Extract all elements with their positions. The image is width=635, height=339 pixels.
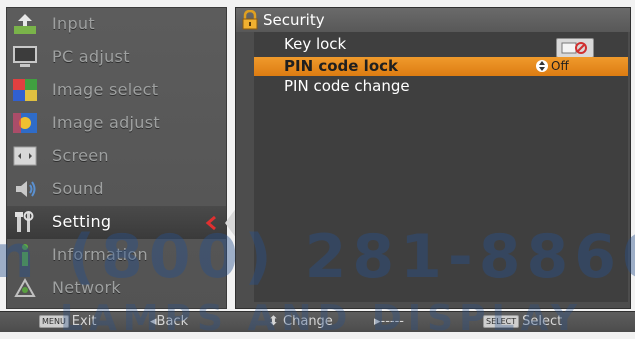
menu-label-pc-adjust: PC adjust bbox=[52, 47, 130, 66]
next-hint: ▸----- bbox=[374, 314, 404, 329]
back-hint: ◂Back bbox=[150, 314, 188, 329]
menu-label-screen: Screen bbox=[52, 146, 109, 165]
security-options: Key lock PIN code lock Off PIN code chan… bbox=[254, 32, 628, 302]
image-adjust-icon bbox=[13, 113, 37, 133]
row-pin-code-lock[interactable]: PIN code lock Off bbox=[254, 57, 628, 76]
row-pin-code-change[interactable]: PIN code change bbox=[254, 77, 628, 96]
information-icon bbox=[22, 244, 28, 266]
image-select-icon bbox=[13, 79, 37, 101]
up-down-arrow-icon bbox=[536, 60, 548, 72]
up-down-icon: ⬍ bbox=[268, 314, 284, 329]
hint-bar: MENU Exit ◂Back ⬍ Change ▸----- SELECT Sel… bbox=[0, 311, 635, 332]
menu-item-pc-adjust[interactable]: PC adjust bbox=[7, 41, 226, 74]
exit-label: Exit bbox=[71, 314, 97, 329]
change-hint: ⬍ Change bbox=[268, 314, 333, 329]
panel-title: Security bbox=[263, 11, 325, 29]
setting-icon bbox=[15, 211, 34, 232]
pc-adjust-icon bbox=[13, 46, 37, 67]
main-menu: Input PC adjust Image select Image adjus… bbox=[6, 7, 227, 309]
change-label: Change bbox=[283, 314, 333, 329]
menu-item-screen[interactable]: Screen bbox=[7, 140, 226, 173]
select-hint: SELECT Select bbox=[483, 314, 562, 329]
input-icon bbox=[14, 14, 36, 34]
menu-item-information[interactable]: Information bbox=[7, 239, 226, 272]
select-label: Select bbox=[522, 314, 563, 329]
pin-code-lock-value: Off bbox=[551, 59, 569, 73]
security-panel: Security Key lock PIN code lock Off PIN … bbox=[235, 7, 631, 309]
chevron-left-icon bbox=[205, 215, 216, 231]
menu-label-network: Network bbox=[52, 278, 121, 297]
sound-icon bbox=[16, 181, 36, 197]
next-label: ----- bbox=[380, 314, 404, 329]
key-lock-label: Key lock bbox=[284, 35, 347, 53]
menu-label-input: Input bbox=[52, 14, 95, 33]
menu-label-image-select: Image select bbox=[52, 80, 159, 99]
select-key-icon: SELECT bbox=[483, 315, 520, 328]
menu-label-information: Information bbox=[52, 245, 148, 264]
menu-label-image-adjust: Image adjust bbox=[52, 113, 160, 132]
row-key-lock[interactable]: Key lock bbox=[254, 35, 628, 58]
projector-osd: Input PC adjust Image select Image adjus… bbox=[0, 0, 635, 339]
menu-item-image-select[interactable]: Image select bbox=[7, 74, 226, 107]
menu-item-sound[interactable]: Sound bbox=[7, 173, 226, 206]
back-label: Back bbox=[156, 314, 189, 329]
screen-icon bbox=[13, 146, 37, 166]
menu-label-sound: Sound bbox=[52, 179, 104, 198]
lock-icon bbox=[242, 10, 258, 30]
menu-item-input[interactable]: Input bbox=[7, 8, 226, 41]
menu-item-setting[interactable]: Setting bbox=[7, 206, 226, 239]
key-lock-icon bbox=[556, 38, 594, 58]
menu-item-network[interactable]: Network bbox=[7, 272, 226, 305]
menu-key-icon: MENU bbox=[39, 315, 69, 328]
menu-item-image-adjust[interactable]: Image adjust bbox=[7, 107, 226, 140]
network-icon bbox=[14, 277, 36, 297]
pin-code-lock-label: PIN code lock bbox=[284, 57, 398, 75]
menu-label-setting: Setting bbox=[52, 212, 112, 231]
panel-header: Security bbox=[236, 8, 630, 32]
pin-code-change-label: PIN code change bbox=[284, 77, 410, 95]
exit-hint: MENU Exit bbox=[39, 314, 96, 329]
